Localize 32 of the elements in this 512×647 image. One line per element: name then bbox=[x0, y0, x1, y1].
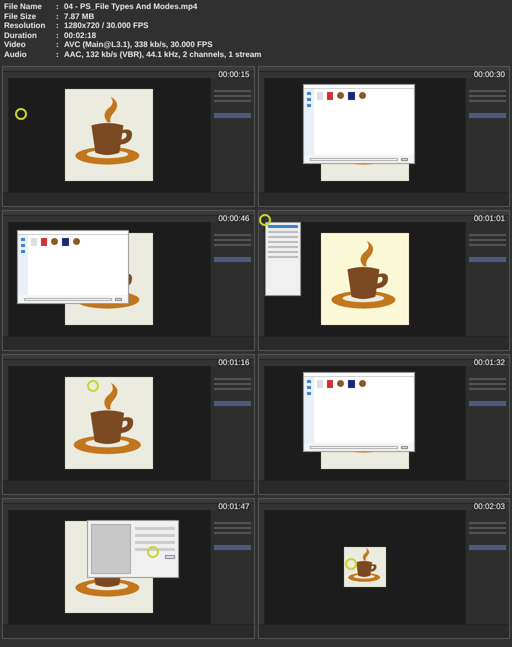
info-label: File Size bbox=[4, 12, 38, 21]
info-separator: : bbox=[56, 30, 60, 40]
timestamp: 00:01:01 bbox=[472, 215, 506, 223]
info-value: 00:02:18 bbox=[64, 30, 96, 40]
info-value: 1280x720 / 30.000 FPS bbox=[64, 21, 149, 30]
info-label: File Name bbox=[4, 2, 43, 12]
info-separator: : bbox=[56, 12, 60, 21]
timestamp: 00:00:46 bbox=[217, 215, 250, 223]
info-separator: : bbox=[56, 2, 60, 12]
info-label: Resolution bbox=[4, 21, 46, 30]
info-separator: : bbox=[56, 50, 60, 59]
highlight-ring bbox=[344, 558, 356, 570]
info-label: Video bbox=[4, 40, 27, 50]
highlight-ring bbox=[147, 546, 159, 558]
timestamp: 00:01:32 bbox=[472, 359, 506, 367]
timestamp: 00:01:47 bbox=[217, 503, 250, 511]
info-value: AVC (Main@L3.1), 338 kb/s, 30.000 FPS bbox=[64, 40, 213, 50]
info-value: 04 - PS_File Types And Modes.mp4 bbox=[64, 2, 198, 12]
info-value: 7.87 MB bbox=[64, 12, 94, 21]
timestamp: 00:01:16 bbox=[217, 359, 250, 367]
preview-pane bbox=[91, 524, 131, 574]
highlight-ring bbox=[87, 380, 99, 392]
info-value: AAC, 132 kb/s (VBR), 44.1 kHz, 2 channels, 1 stream bbox=[64, 50, 262, 59]
info-label: Audio bbox=[4, 50, 28, 59]
info-separator: : bbox=[56, 21, 60, 30]
timestamp: 00:00:15 bbox=[217, 71, 250, 79]
timestamp: 00:02:03 bbox=[472, 503, 506, 511]
highlight-ring bbox=[258, 214, 270, 226]
highlight-ring bbox=[15, 108, 27, 120]
info-label: Duration bbox=[4, 30, 38, 40]
timestamp: 00:00:30 bbox=[472, 71, 506, 79]
info-separator: : bbox=[56, 40, 60, 50]
